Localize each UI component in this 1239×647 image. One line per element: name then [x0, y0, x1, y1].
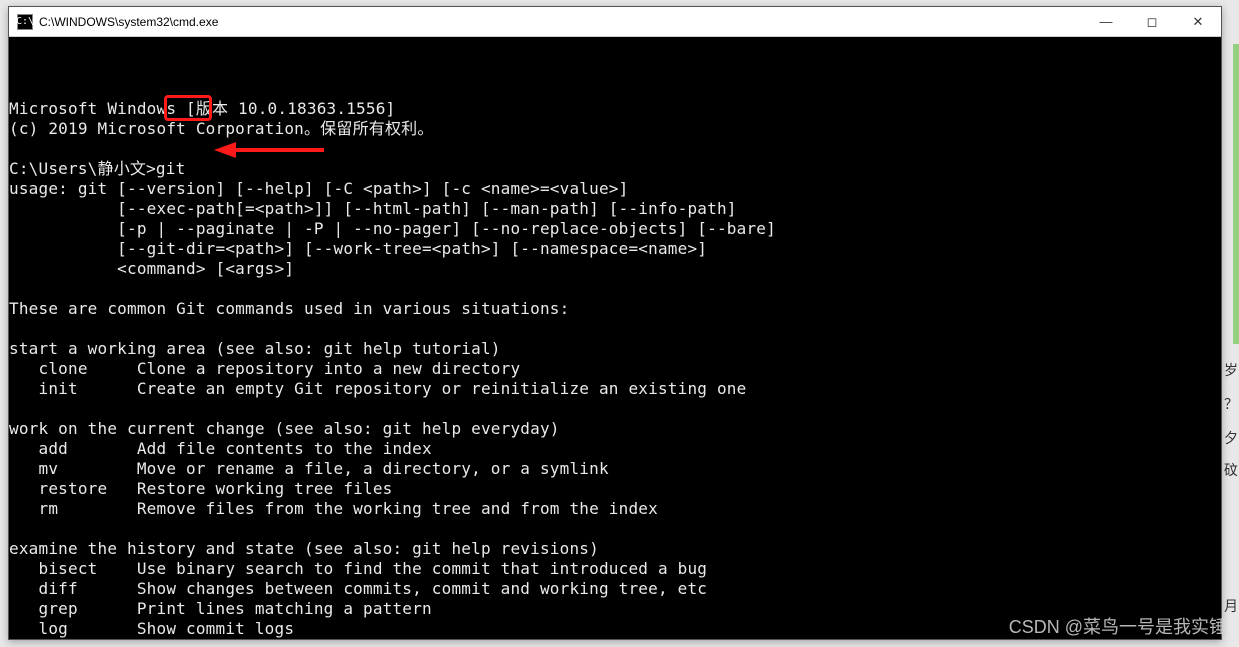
terminal-line — [9, 319, 1221, 339]
terminal-line: log Show commit logs — [9, 619, 1221, 639]
terminal-line: [-p | --paginate | -P | --no-pager] [--n… — [9, 219, 1221, 239]
minimize-button[interactable]: — — [1083, 7, 1129, 36]
terminal-line: add Add file contents to the index — [9, 439, 1221, 459]
bg-char: 岁 — [1224, 360, 1238, 380]
terminal-line: init Create an empty Git repository or r… — [9, 379, 1221, 399]
titlebar[interactable]: C:\ C:\WINDOWS\system32\cmd.exe — ◻ ✕ — [9, 7, 1221, 37]
bg-char: 夕 — [1224, 428, 1238, 448]
cmd-window: C:\ C:\WINDOWS\system32\cmd.exe — ◻ ✕ Mi… — [8, 6, 1222, 640]
close-button[interactable]: ✕ — [1175, 7, 1221, 36]
cmd-icon: C:\ — [17, 14, 33, 30]
bg-char: 砇 — [1224, 460, 1238, 480]
window-title: C:\WINDOWS\system32\cmd.exe — [39, 15, 1083, 29]
terminal-line: <command> [<args>] — [9, 259, 1221, 279]
terminal-line: These are common Git commands used in va… — [9, 299, 1221, 319]
bg-char: 月 — [1224, 596, 1238, 616]
terminal-line — [9, 279, 1221, 299]
terminal-line — [9, 519, 1221, 539]
bg-char: ？ — [1224, 394, 1238, 414]
background-strip — [1233, 44, 1239, 344]
terminal-line: work on the current change (see also: gi… — [9, 419, 1221, 439]
terminal-line: (c) 2019 Microsoft Corporation。保留所有权利。 — [9, 119, 1221, 139]
maximize-button[interactable]: ◻ — [1129, 7, 1175, 36]
terminal-line: [--git-dir=<path>] [--work-tree=<path>] … — [9, 239, 1221, 259]
terminal-line: grep Print lines matching a pattern — [9, 599, 1221, 619]
terminal-line: restore Restore working tree files — [9, 479, 1221, 499]
terminal-line: diff Show changes between commits, commi… — [9, 579, 1221, 599]
terminal-line: start a working area (see also: git help… — [9, 339, 1221, 359]
terminal-line: [--exec-path[=<path>]] [--html-path] [--… — [9, 199, 1221, 219]
terminal-line: mv Move or rename a file, a directory, o… — [9, 459, 1221, 479]
terminal-line — [9, 399, 1221, 419]
terminal-line: bisect Use binary search to find the com… — [9, 559, 1221, 579]
terminal-line: rm Remove files from the working tree an… — [9, 499, 1221, 519]
terminal-line: C:\Users\静小文>git — [9, 159, 1221, 179]
terminal-line — [9, 139, 1221, 159]
terminal-line: clone Clone a repository into a new dire… — [9, 359, 1221, 379]
terminal-line: examine the history and state (see also:… — [9, 539, 1221, 559]
window-controls: — ◻ ✕ — [1083, 7, 1221, 36]
terminal-output[interactable]: Microsoft Windows [版本 10.0.18363.1556](c… — [9, 37, 1221, 639]
terminal-line: usage: git [--version] [--help] [-C <pat… — [9, 179, 1221, 199]
terminal-line: Microsoft Windows [版本 10.0.18363.1556] — [9, 99, 1221, 119]
